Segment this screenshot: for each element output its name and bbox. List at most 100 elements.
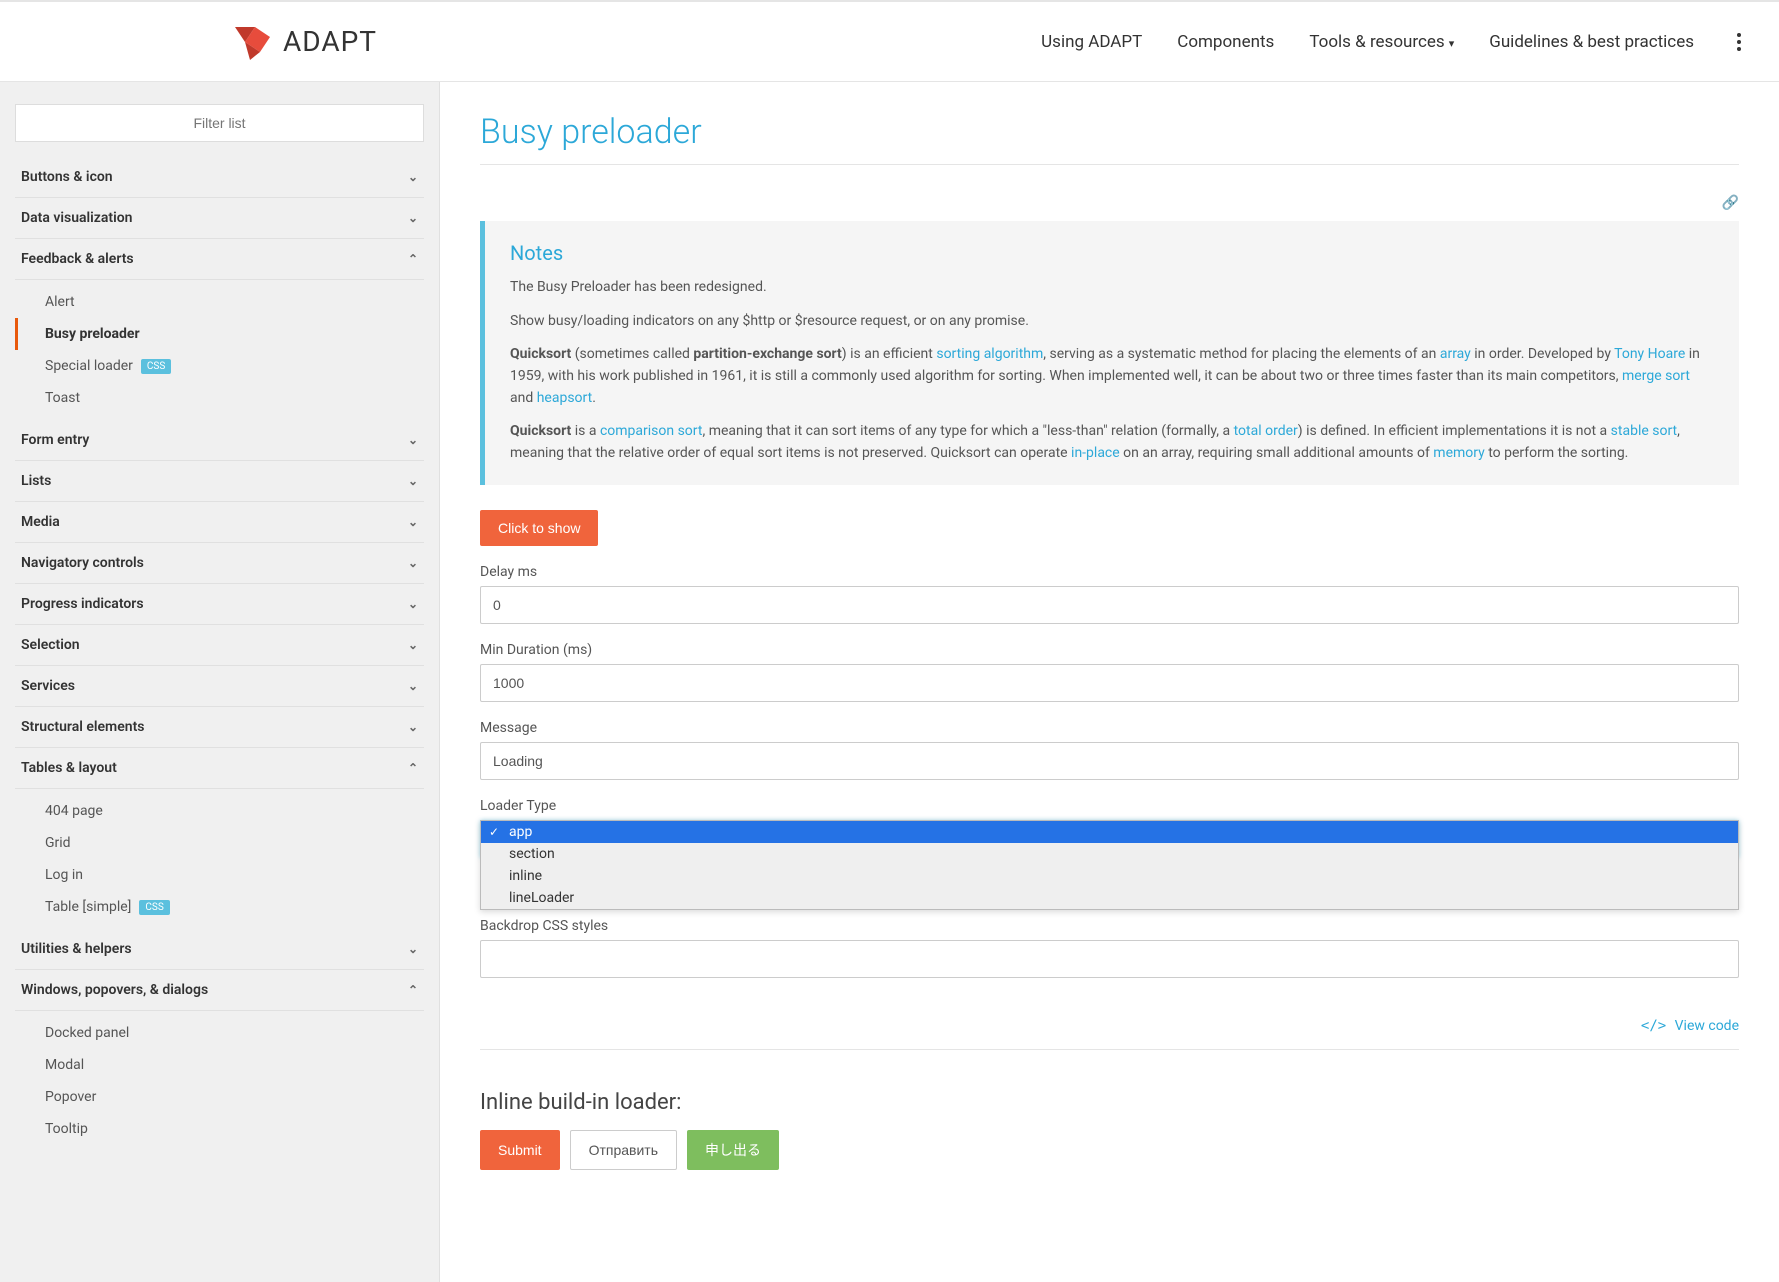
sidebar-item-modal[interactable]: Modal — [15, 1049, 424, 1081]
notes-p1: The Busy Preloader has been redesigned. — [510, 277, 1714, 299]
logo-icon — [230, 22, 275, 62]
section-media[interactable]: Media⌄ — [15, 502, 424, 543]
filter-search — [15, 104, 424, 142]
link-tony-hoare[interactable]: Tony Hoare — [1614, 346, 1685, 362]
chevron-down-icon: ⌄ — [408, 679, 418, 693]
notes-panel: Notes The Busy Preloader has been redesi… — [480, 221, 1739, 485]
loader-option-inline[interactable]: inline — [481, 865, 1738, 887]
sidebar-item-table-simple[interactable]: Table [simple]CSS — [15, 891, 424, 923]
link-comparison-sort[interactable]: comparison sort — [600, 423, 703, 439]
css-badge: CSS — [139, 900, 169, 915]
link-sorting-algorithm[interactable]: sorting algorithm — [936, 346, 1043, 362]
sidebar-item-toast[interactable]: Toast — [15, 382, 424, 414]
permalink-icon[interactable]: 🔗 — [1722, 195, 1739, 211]
link-merge-sort[interactable]: merge sort — [1622, 368, 1690, 384]
sidebar-item-busy-preloader[interactable]: Busy preloader — [15, 318, 424, 350]
filter-input[interactable] — [15, 104, 424, 142]
divider — [480, 164, 1739, 165]
notes-heading: Notes — [510, 241, 1714, 265]
logo[interactable]: ADAPT — [230, 22, 377, 62]
section-windows-items: Docked panel Modal Popover Tooltip — [15, 1011, 424, 1151]
section-form-entry[interactable]: Form entry⌄ — [15, 420, 424, 461]
link-heapsort[interactable]: heapsort — [537, 390, 593, 406]
section-selection[interactable]: Selection⌄ — [15, 625, 424, 666]
min-duration-input[interactable] — [480, 664, 1739, 702]
sidebar-item-grid[interactable]: Grid — [15, 827, 424, 859]
chevron-down-icon: ⌄ — [408, 597, 418, 611]
sidebar-item-alert[interactable]: Alert — [15, 286, 424, 318]
loader-option-app[interactable]: app — [481, 821, 1738, 843]
chevron-down-icon: ⌄ — [408, 211, 418, 225]
section-data-visualization[interactable]: Data visualization⌄ — [15, 198, 424, 239]
submit-button-jp[interactable]: 申し出る — [687, 1130, 779, 1170]
backdrop-label: Backdrop CSS styles — [480, 918, 1739, 934]
notes-p3: Quicksort (sometimes called partition-ex… — [510, 344, 1714, 409]
section-tables-layout[interactable]: Tables & layout⌃ — [15, 748, 424, 789]
section-tables-layout-items: 404 page Grid Log in Table [simple]CSS — [15, 789, 424, 929]
sidebar-item-404[interactable]: 404 page — [15, 795, 424, 827]
click-to-show-button[interactable]: Click to show — [480, 510, 598, 546]
logo-text: ADAPT — [283, 25, 377, 58]
view-code-link[interactable]: View code — [1641, 1018, 1739, 1034]
loader-type-label: Loader Type — [480, 798, 1739, 814]
submit-button-ru[interactable]: Отправить — [570, 1130, 677, 1170]
chevron-down-icon: ⌄ — [408, 638, 418, 652]
header: ADAPT Using ADAPT Components Tools & res… — [0, 0, 1779, 82]
sidebar-item-special-loader[interactable]: Special loaderCSS — [15, 350, 424, 382]
chevron-up-icon: ⌃ — [408, 983, 418, 997]
chevron-up-icon: ⌃ — [408, 761, 418, 775]
section-structural-elements[interactable]: Structural elements⌄ — [15, 707, 424, 748]
link-memory[interactable]: memory — [1433, 445, 1484, 461]
chevron-down-icon: ⌄ — [408, 942, 418, 956]
section-buttons-icon[interactable]: Buttons & icon⌄ — [15, 157, 424, 198]
sidebar-item-docked-panel[interactable]: Docked panel — [15, 1017, 424, 1049]
message-label: Message — [480, 720, 1739, 736]
nav-guidelines[interactable]: Guidelines & best practices — [1489, 32, 1694, 52]
submit-button[interactable]: Submit — [480, 1130, 560, 1170]
delay-label: Delay ms — [480, 564, 1739, 580]
chevron-down-icon: ⌄ — [408, 720, 418, 734]
inline-loader-buttons: Submit Отправить 申し出る — [480, 1130, 1739, 1170]
chevron-down-icon: ⌄ — [408, 433, 418, 447]
view-code-wrap: View code — [480, 1018, 1739, 1034]
chevron-down-icon: ⌄ — [408, 515, 418, 529]
nav-tools-resources[interactable]: Tools & resources — [1309, 32, 1454, 52]
inline-loader-title: Inline build-in loader: — [480, 1090, 1739, 1115]
link-array[interactable]: array — [1440, 346, 1471, 362]
page-title: Busy preloader — [480, 112, 1739, 152]
chevron-down-icon: ⌄ — [408, 474, 418, 488]
css-badge: CSS — [141, 359, 171, 374]
section-progress-indicators[interactable]: Progress indicators⌄ — [15, 584, 424, 625]
chevron-down-icon: ⌄ — [408, 170, 418, 184]
notes-p4: Quicksort is a comparison sort, meaning … — [510, 421, 1714, 464]
loader-option-lineloader[interactable]: lineLoader — [481, 887, 1738, 909]
loader-option-section[interactable]: section — [481, 843, 1738, 865]
section-utilities-helpers[interactable]: Utilities & helpers⌄ — [15, 929, 424, 970]
nav-using-adapt[interactable]: Using ADAPT — [1041, 32, 1142, 52]
section-navigatory-controls[interactable]: Navigatory controls⌄ — [15, 543, 424, 584]
sidebar-item-tooltip[interactable]: Tooltip — [15, 1113, 424, 1145]
notes-p2: Show busy/loading indicators on any $htt… — [510, 311, 1714, 333]
section-services[interactable]: Services⌄ — [15, 666, 424, 707]
delay-input[interactable] — [480, 586, 1739, 624]
section-feedback-alerts[interactable]: Feedback & alerts⌃ — [15, 239, 424, 280]
sidebar-item-login[interactable]: Log in — [15, 859, 424, 891]
backdrop-input[interactable] — [480, 940, 1739, 978]
message-input[interactable] — [480, 742, 1739, 780]
nav-components[interactable]: Components — [1177, 32, 1274, 52]
sidebar: Buttons & icon⌄ Data visualization⌄ Feed… — [0, 82, 440, 1282]
section-feedback-alerts-items: Alert Busy preloader Special loaderCSS T… — [15, 280, 424, 420]
link-in-place[interactable]: in-place — [1071, 445, 1120, 461]
section-lists[interactable]: Lists⌄ — [15, 461, 424, 502]
kebab-menu-icon[interactable] — [1729, 25, 1749, 59]
link-stable-sort[interactable]: stable sort — [1611, 423, 1677, 439]
nav-menu: Using ADAPT Components Tools & resources… — [1041, 25, 1749, 59]
link-total-order[interactable]: total order — [1234, 423, 1298, 439]
main-content: Busy preloader 🔗 Notes The Busy Preloade… — [440, 82, 1779, 1282]
min-duration-label: Min Duration (ms) — [480, 642, 1739, 658]
chevron-up-icon: ⌃ — [408, 252, 418, 266]
section-windows-popovers-dialogs[interactable]: Windows, popovers, & dialogs⌃ — [15, 970, 424, 1011]
sidebar-item-popover[interactable]: Popover — [15, 1081, 424, 1113]
divider — [480, 1049, 1739, 1050]
loader-type-dropdown: app section inline lineLoader — [480, 820, 1739, 910]
